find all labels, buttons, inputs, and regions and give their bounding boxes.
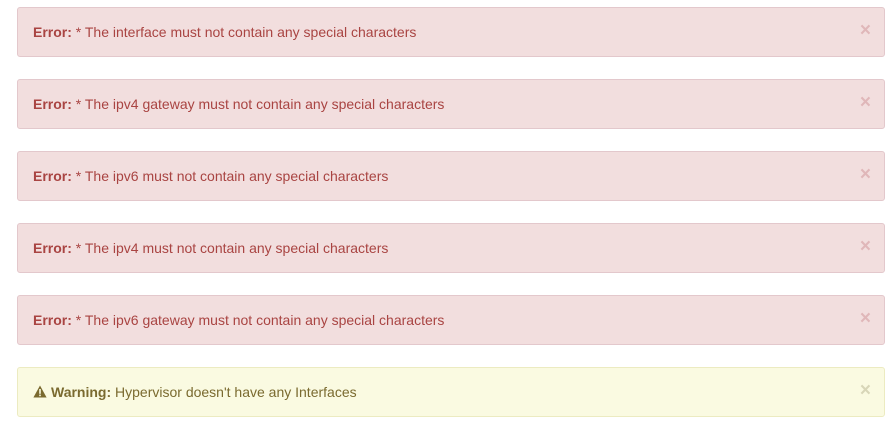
- alert-label: Error:: [33, 96, 72, 112]
- error-alert-ipv4: Error: * The ipv4 must not contain any s…: [17, 223, 885, 273]
- error-alert-interface: Error: * The interface must not contain …: [17, 7, 885, 57]
- error-alert-ipv6-gateway: Error: * The ipv6 gateway must not conta…: [17, 295, 885, 345]
- alert-label: Error:: [33, 312, 72, 328]
- alert-list: Error: * The interface must not contain …: [0, 0, 894, 427]
- alert-message: * The ipv6 gateway must not contain any …: [75, 312, 445, 328]
- alert-message: * The ipv4 gateway must not contain any …: [75, 96, 445, 112]
- close-icon[interactable]: ×: [860, 368, 871, 414]
- alert-label: Error:: [33, 240, 72, 256]
- warning-alert-interfaces: Warning: Hypervisor doesn't have any Int…: [17, 367, 885, 417]
- alert-message: * The ipv4 must not contain any special …: [75, 240, 389, 256]
- error-alert-ipv4-gateway: Error: * The ipv4 gateway must not conta…: [17, 79, 885, 129]
- close-icon[interactable]: ×: [860, 296, 871, 342]
- alert-message: * The interface must not contain any spe…: [75, 24, 417, 40]
- alert-message: * The ipv6 must not contain any special …: [75, 168, 389, 184]
- close-icon[interactable]: ×: [860, 224, 871, 270]
- alert-label: Warning:: [51, 384, 112, 400]
- close-icon[interactable]: ×: [860, 80, 871, 126]
- alert-label: Error:: [33, 168, 72, 184]
- alert-label: Error:: [33, 24, 72, 40]
- close-icon[interactable]: ×: [860, 152, 871, 198]
- alert-message: Hypervisor doesn't have any Interfaces: [115, 384, 357, 400]
- close-icon[interactable]: ×: [860, 8, 871, 54]
- error-alert-ipv6: Error: * The ipv6 must not contain any s…: [17, 151, 885, 201]
- warning-triangle-icon: [33, 369, 47, 417]
